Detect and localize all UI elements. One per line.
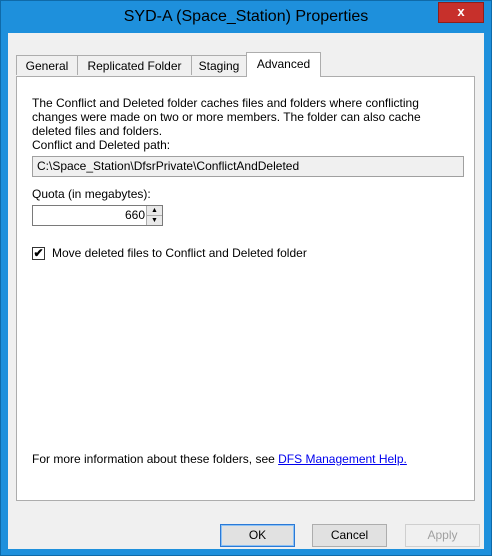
title-bar[interactable]: SYD-A (Space_Station) Properties x — [1, 1, 491, 33]
tab-advanced[interactable]: Advanced — [246, 52, 321, 77]
dfs-help-link[interactable]: DFS Management Help. — [278, 452, 407, 466]
close-button[interactable]: x — [438, 2, 484, 23]
quota-spin-buttons: ▲ ▼ — [146, 206, 162, 225]
tab-staging[interactable]: Staging — [191, 55, 247, 75]
advanced-tab-panel: The Conflict and Deleted folder caches f… — [16, 76, 475, 501]
ok-button[interactable]: OK — [220, 524, 295, 547]
move-deleted-label[interactable]: Move deleted files to Conflict and Delet… — [52, 246, 307, 260]
tab-general[interactable]: General — [16, 55, 78, 75]
checkmark-icon: ✔ — [33, 246, 44, 260]
more-info-prefix: For more information about these folders… — [32, 452, 279, 466]
close-icon: x — [457, 4, 465, 19]
spin-up-icon[interactable]: ▲ — [147, 206, 162, 216]
more-info-text: For more information about these folders… — [32, 452, 442, 466]
cancel-button[interactable]: Cancel — [312, 524, 387, 547]
spin-down-icon[interactable]: ▼ — [147, 216, 162, 225]
description-text: The Conflict and Deleted folder caches f… — [32, 96, 421, 138]
apply-button[interactable]: Apply — [405, 524, 480, 547]
conflict-path-field[interactable]: C:\Space_Station\DfsrPrivate\ConflictAnd… — [32, 156, 464, 177]
tab-replicated-folder[interactable]: Replicated Folder — [77, 55, 192, 75]
window-title: SYD-A (Space_Station) Properties — [123, 8, 369, 25]
move-deleted-checkbox[interactable]: ✔ — [32, 247, 45, 260]
quota-value[interactable]: 660 — [125, 206, 145, 225]
quota-label: Quota (in megabytes): — [32, 187, 151, 201]
quota-stepper[interactable]: 660 ▲ ▼ — [32, 205, 163, 226]
dialog-window: SYD-A (Space_Station) Properties x Gener… — [0, 0, 492, 556]
conflict-path-label: Conflict and Deleted path: — [32, 138, 171, 152]
dialog-client-area: General Replicated Folder Staging Advanc… — [8, 33, 484, 549]
